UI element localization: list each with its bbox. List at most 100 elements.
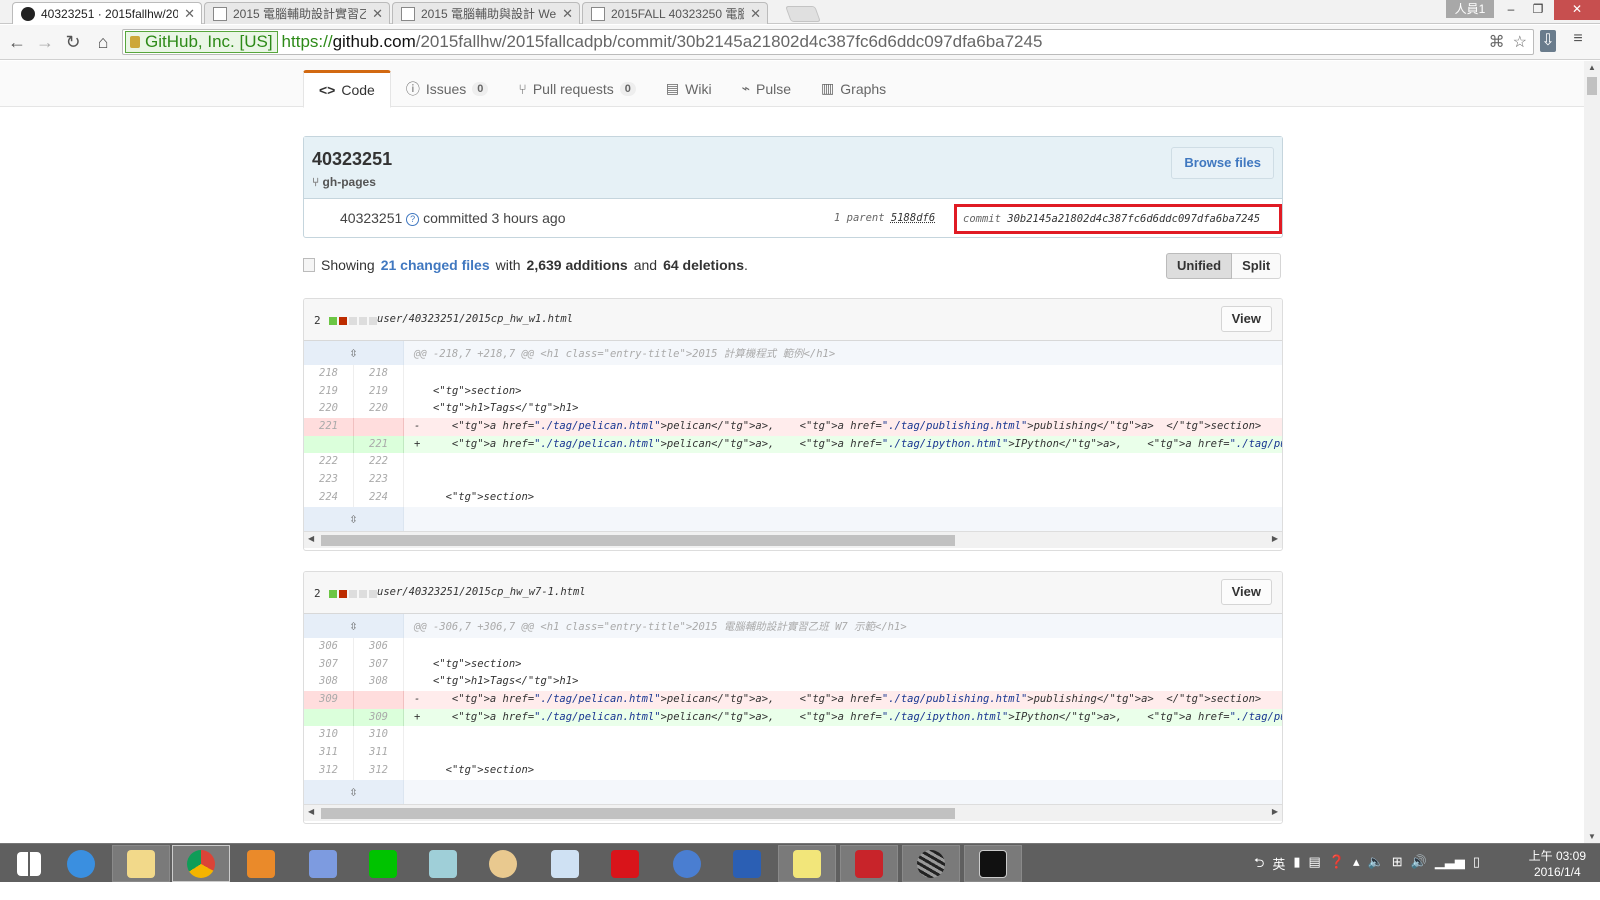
new-line-number[interactable]: 308 bbox=[354, 673, 404, 692]
browser-tab-2[interactable]: 2015 電腦輔助設計實習乙班 ✕ bbox=[204, 2, 390, 24]
old-line-number[interactable]: 308 bbox=[304, 673, 354, 692]
taskbar-c-app[interactable] bbox=[658, 845, 716, 882]
old-line-number[interactable]: 307 bbox=[304, 655, 354, 674]
old-line-number[interactable]: 218 bbox=[304, 365, 354, 383]
taskbar-paint[interactable] bbox=[474, 845, 532, 882]
new-tab-button[interactable] bbox=[785, 6, 821, 22]
unified-button[interactable]: Unified bbox=[1166, 253, 1233, 279]
author-link[interactable]: 40323251 bbox=[340, 210, 402, 226]
new-line-number[interactable]: 222 bbox=[354, 453, 404, 472]
translate-icon[interactable]: ⌘ bbox=[1489, 32, 1505, 52]
help-tray-icon[interactable]: ❓ bbox=[1329, 854, 1345, 876]
taskbar-line[interactable] bbox=[354, 845, 412, 882]
split-button[interactable]: Split bbox=[1232, 253, 1282, 279]
old-line-number[interactable]: 219 bbox=[304, 382, 354, 401]
page-scrollbar[interactable]: ▲ ▼ bbox=[1584, 61, 1600, 843]
address-bar[interactable]: GitHub, Inc. [US] https://github.com/201… bbox=[122, 29, 1534, 55]
clock[interactable]: 上午 03:09 2016/1/4 bbox=[1529, 848, 1586, 880]
new-line-number[interactable]: 221 bbox=[354, 435, 404, 454]
speaker-icon[interactable]: 🔈 bbox=[1368, 854, 1384, 876]
volume-icon[interactable]: 🔊 bbox=[1411, 854, 1427, 876]
old-line-number[interactable]: 306 bbox=[304, 638, 354, 656]
old-line-number[interactable]: 310 bbox=[304, 726, 354, 745]
taskbar-calculator[interactable] bbox=[536, 845, 594, 882]
new-line-number[interactable] bbox=[354, 418, 404, 436]
tab-pulse[interactable]: ⌁ Pulse bbox=[727, 70, 806, 107]
browser-tab-4[interactable]: 2015FALL 40323250 電腦 ✕ bbox=[582, 2, 768, 24]
parent-sha-link[interactable]: 5188df6 bbox=[891, 212, 935, 224]
taskbar-acrobat[interactable] bbox=[596, 845, 654, 882]
menu-icon[interactable]: ≡ bbox=[1568, 30, 1588, 52]
new-line-number[interactable]: 219 bbox=[354, 382, 404, 401]
horizontal-scrollbar[interactable]: ◀ ▶ bbox=[304, 803, 1282, 821]
action-center-icon[interactable]: ⊞ bbox=[1392, 854, 1403, 876]
expand-icon[interactable]: ⇳ bbox=[304, 614, 404, 638]
taskbar-ie[interactable] bbox=[52, 845, 110, 882]
taskbar-cat-app[interactable] bbox=[840, 845, 898, 882]
view-file-button[interactable]: View bbox=[1220, 579, 1272, 605]
new-line-number[interactable]: 218 bbox=[354, 365, 404, 383]
horizontal-scrollbar[interactable]: ◀ ▶ bbox=[304, 530, 1282, 548]
minimize-button[interactable]: – bbox=[1497, 0, 1525, 20]
old-line-number[interactable]: 223 bbox=[304, 471, 354, 489]
old-line-number[interactable]: 309 bbox=[304, 691, 354, 709]
old-line-number[interactable]: 311 bbox=[304, 744, 354, 762]
browse-files-button[interactable]: Browse files bbox=[1171, 147, 1274, 179]
view-file-button[interactable]: View bbox=[1220, 306, 1272, 332]
close-window-button[interactable]: ✕ bbox=[1554, 0, 1600, 20]
new-line-number[interactable]: 310 bbox=[354, 726, 404, 745]
close-tab-icon[interactable]: ✕ bbox=[750, 6, 761, 22]
bookmark-star-icon[interactable]: ☆ bbox=[1513, 32, 1527, 52]
tray-expand-icon[interactable]: ▴ bbox=[1353, 854, 1360, 876]
tab-code[interactable]: <> Code bbox=[303, 70, 391, 108]
old-line-number[interactable] bbox=[304, 435, 354, 454]
signal-icon[interactable]: ▁▃▅ bbox=[1435, 854, 1465, 876]
taskbar-chrome[interactable] bbox=[172, 845, 230, 882]
file-name[interactable]: user/40323251/2015cp_hw_w1.html bbox=[377, 313, 573, 325]
ev-certificate-badge[interactable]: GitHub, Inc. [US] bbox=[125, 31, 278, 53]
home-icon[interactable]: ⌂ bbox=[92, 31, 114, 53]
ime-mode-icon[interactable]: ⮌ bbox=[1254, 854, 1264, 876]
taskbar-notepad[interactable] bbox=[414, 845, 472, 882]
forward-icon[interactable]: → bbox=[34, 31, 56, 53]
new-line-number[interactable]: 311 bbox=[354, 744, 404, 762]
old-line-number[interactable]: 312 bbox=[304, 761, 354, 780]
new-line-number[interactable]: 309 bbox=[354, 708, 404, 727]
browser-tab-1[interactable]: 40323251 · 2015fallhw/2015fallcadpb ✕ bbox=[12, 2, 202, 24]
profile-button[interactable]: 人員1 bbox=[1446, 0, 1494, 18]
reload-icon[interactable]: ↻ bbox=[62, 31, 84, 53]
taskbar-explorer[interactable] bbox=[112, 845, 170, 882]
taskbar-sticky-notes[interactable] bbox=[778, 845, 836, 882]
ime-layout-icon[interactable]: ▮ bbox=[1293, 854, 1300, 876]
new-line-number[interactable]: 312 bbox=[354, 761, 404, 780]
taskbar-word[interactable] bbox=[718, 845, 776, 882]
new-line-number[interactable]: 220 bbox=[354, 400, 404, 419]
taskbar-cmd[interactable] bbox=[964, 845, 1022, 882]
restore-button[interactable]: ❐ bbox=[1524, 0, 1552, 20]
new-line-number[interactable]: 224 bbox=[354, 488, 404, 507]
start-button[interactable] bbox=[0, 845, 58, 882]
new-line-number[interactable] bbox=[354, 691, 404, 709]
old-line-number[interactable]: 222 bbox=[304, 453, 354, 472]
tab-issues[interactable]: ⓘ Issues 0 bbox=[391, 70, 504, 107]
expand-icon[interactable]: ⇳ bbox=[304, 506, 404, 531]
ime-settings-icon[interactable]: ▤ bbox=[1309, 854, 1321, 876]
tab-graphs[interactable]: ▥ Graphs bbox=[806, 70, 901, 107]
old-line-number[interactable]: 221 bbox=[304, 418, 354, 436]
tab-wiki[interactable]: ▤ Wiki bbox=[651, 70, 727, 107]
download-icon[interactable]: ⇩ bbox=[1540, 30, 1556, 52]
close-tab-icon[interactable]: ✕ bbox=[372, 6, 383, 22]
tab-pull-requests[interactable]: ⑂ Pull requests 0 bbox=[503, 70, 650, 107]
taskbar-butterfly[interactable] bbox=[294, 845, 352, 882]
help-icon[interactable]: ? bbox=[406, 212, 420, 226]
new-line-number[interactable]: 223 bbox=[354, 471, 404, 489]
browser-tab-3[interactable]: 2015 電腦輔助與設計 Week ✕ bbox=[392, 2, 580, 24]
old-line-number[interactable]: 224 bbox=[304, 488, 354, 507]
new-line-number[interactable]: 306 bbox=[354, 638, 404, 656]
close-tab-icon[interactable]: ✕ bbox=[562, 6, 573, 22]
back-icon[interactable]: ← bbox=[6, 31, 28, 53]
old-line-number[interactable] bbox=[304, 708, 354, 727]
new-line-number[interactable]: 307 bbox=[354, 655, 404, 674]
expand-icon[interactable]: ⇳ bbox=[304, 779, 404, 804]
taskbar-media[interactable] bbox=[232, 845, 290, 882]
